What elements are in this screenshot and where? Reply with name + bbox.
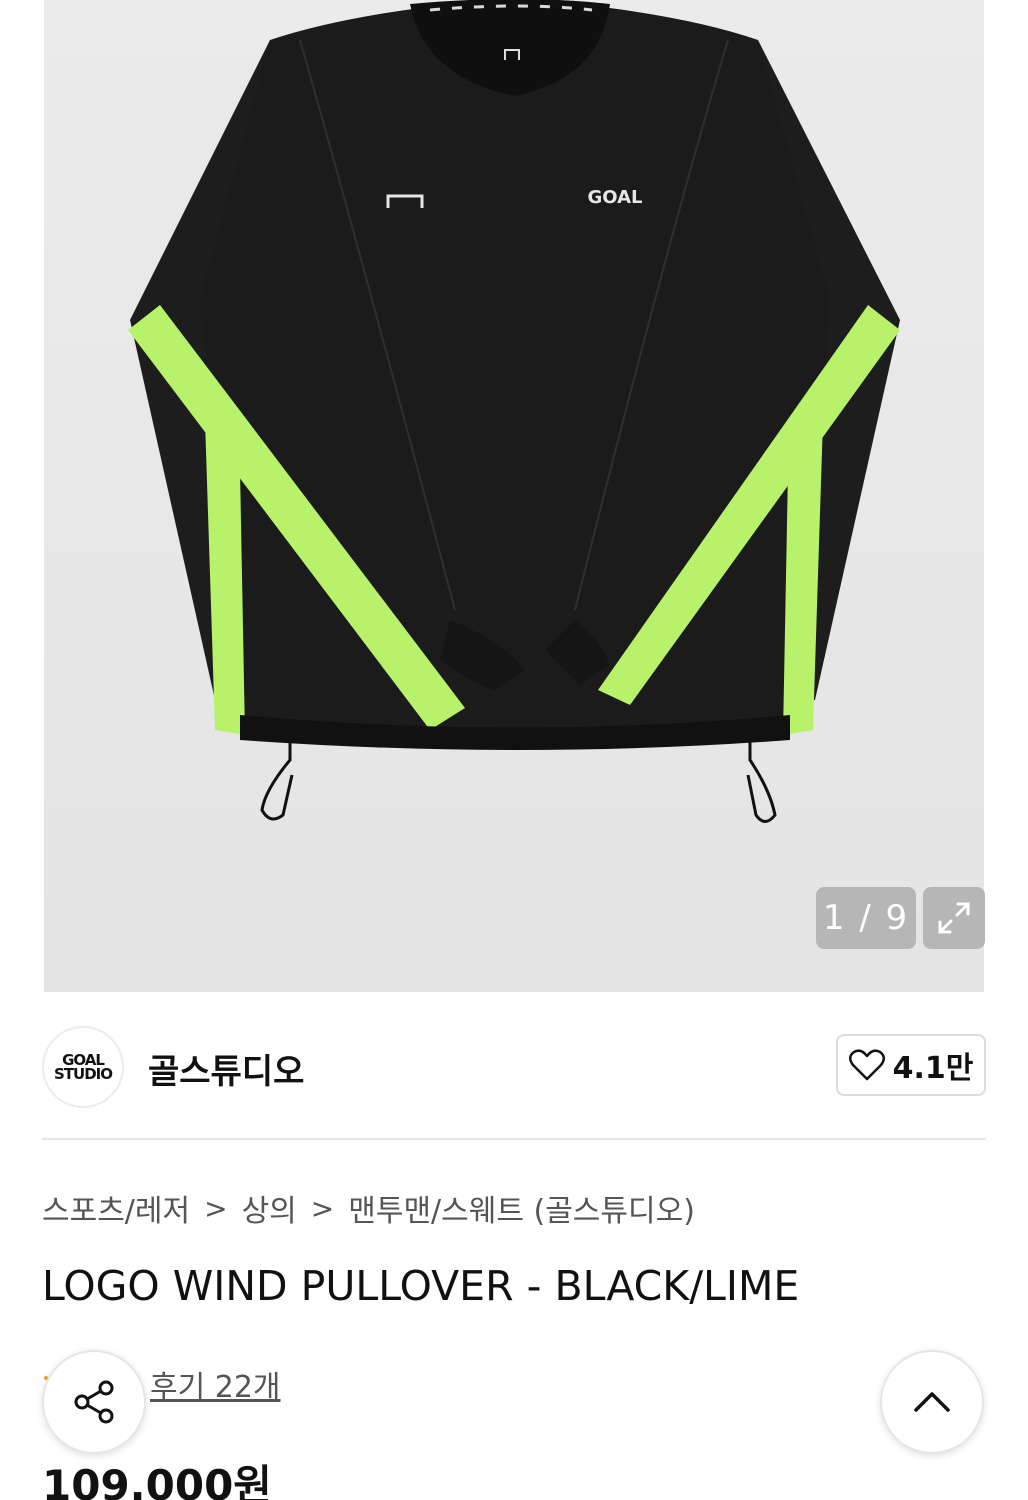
share-icon	[74, 1380, 114, 1424]
breadcrumb-item-type[interactable]: 맨투맨/스웨트 (골스튜디오)	[348, 1186, 695, 1230]
product-image-gallery[interactable]: GOAL 1 / 9	[0, 0, 1028, 992]
product-logo-text: GOAL	[588, 187, 643, 208]
like-count: 4.1만	[892, 1051, 974, 1086]
breadcrumb-separator-icon: >	[204, 1191, 228, 1225]
image-counter: 1 / 9	[816, 887, 916, 949]
breadcrumb-item-category[interactable]: 스포츠/레저	[42, 1186, 190, 1230]
scroll-top-button[interactable]	[880, 1350, 984, 1454]
product-title: LOGO WIND PULLOVER - BLACK/LIME	[42, 1262, 800, 1310]
review-link[interactable]: 후기 22개	[150, 1362, 281, 1406]
expand-button[interactable]	[923, 887, 985, 949]
chevron-up-icon	[914, 1392, 950, 1412]
share-button[interactable]	[42, 1350, 146, 1454]
breadcrumb-separator-icon: >	[310, 1191, 335, 1225]
expand-icon	[938, 902, 970, 934]
divider	[42, 1138, 986, 1140]
brand-name[interactable]: 골스튜디오	[148, 1044, 304, 1093]
heart-outline-icon	[848, 1049, 885, 1081]
product-photo[interactable]: GOAL	[0, 0, 1028, 992]
product-price: 109.000원	[42, 1461, 272, 1500]
breadcrumb-item-subcategory[interactable]: 상의	[242, 1186, 297, 1230]
like-button[interactable]: 4.1만	[836, 1034, 986, 1096]
brand-row: GOAL STUDIO 골스튜디오 4.1만	[42, 1026, 986, 1108]
brand-logo-line-2: STUDIO	[54, 1065, 113, 1083]
brand-logo[interactable]: GOAL STUDIO	[42, 1026, 124, 1108]
breadcrumb: 스포츠/레저 > 상의 > 맨투맨/스웨트 (골스튜디오)	[42, 1186, 695, 1230]
